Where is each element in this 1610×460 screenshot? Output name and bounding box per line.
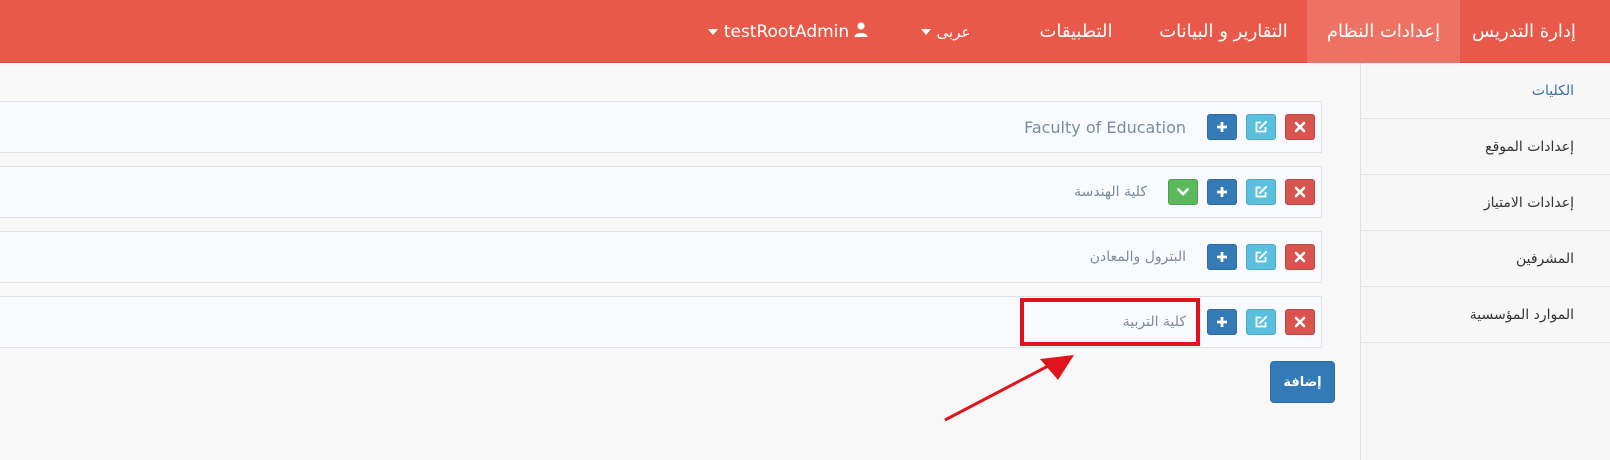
sidebar-item-institutional-resources[interactable]: الموارد المؤسسية (1360, 287, 1610, 343)
sidebar-item-label: إعدادات الموقع (1485, 138, 1574, 155)
delete-button[interactable] (1285, 309, 1315, 335)
caret-down-icon (707, 28, 718, 35)
nav-applications[interactable]: التطبيقات (1012, 0, 1140, 63)
sidebar-item-label: إعدادات الامتياز (1483, 194, 1574, 211)
edit-icon (1255, 121, 1267, 133)
delete-button[interactable] (1285, 244, 1315, 270)
sidebar-item-label: المشرفين (1515, 250, 1574, 267)
edit-button[interactable] (1246, 309, 1276, 335)
add-child-button[interactable] (1207, 114, 1237, 140)
nav-system-settings-label: إعدادات النظام (1326, 21, 1441, 42)
edit-icon (1255, 186, 1267, 198)
plus-icon (1217, 187, 1227, 197)
add-child-button[interactable] (1207, 244, 1237, 270)
edit-icon (1255, 251, 1267, 263)
settings-sidebar: الكليات إعدادات الموقع إعدادات الامتياز … (1360, 63, 1610, 460)
sidebar-item-label: الموارد المؤسسية (1469, 306, 1574, 323)
nav-teaching-management-label: إدارة التدريس (1472, 21, 1576, 42)
times-icon (1294, 251, 1306, 263)
faculty-name: البترول والمعادن (1089, 249, 1186, 265)
nav-system-settings[interactable]: إعدادات النظام (1307, 0, 1460, 63)
faculty-row: كلية الهندسة (0, 166, 1322, 218)
add-faculty-label: إضافة (1283, 374, 1322, 390)
expand-button[interactable] (1168, 179, 1198, 205)
times-icon (1294, 121, 1306, 133)
times-icon (1294, 316, 1306, 328)
plus-icon (1217, 252, 1227, 262)
plus-icon (1217, 317, 1227, 327)
sidebar-item-supervisors[interactable]: المشرفين (1360, 231, 1610, 287)
nav-teaching-management[interactable]: إدارة التدريس (1460, 0, 1588, 63)
nav-reports-data[interactable]: التقارير و البيانات (1140, 0, 1307, 63)
sidebar-item-faculties[interactable]: الكليات (1360, 63, 1610, 119)
user-menu-dropdown[interactable]: testRootAdmin (700, 0, 870, 63)
nav-reports-data-label: التقارير و البيانات (1159, 21, 1288, 42)
faculty-row: Faculty of Education (0, 101, 1322, 153)
add-child-button[interactable] (1207, 309, 1237, 335)
faculty-row: البترول والمعادن (0, 231, 1322, 283)
faculty-row: كلية التربية (0, 296, 1322, 348)
language-dropdown[interactable]: عربى (905, 0, 980, 63)
language-label: عربى (936, 22, 971, 41)
add-faculty-button[interactable]: إضافة (1270, 361, 1335, 403)
times-icon (1294, 186, 1306, 198)
sidebar-item-privilege-settings[interactable]: إعدادات الامتياز (1360, 175, 1610, 231)
chevron-down-icon (1177, 188, 1189, 196)
edit-icon (1255, 316, 1267, 328)
delete-button[interactable] (1285, 114, 1315, 140)
faculty-name: كلية التربية (1122, 314, 1186, 330)
edit-button[interactable] (1246, 244, 1276, 270)
sidebar-item-site-settings[interactable]: إعدادات الموقع (1360, 119, 1610, 175)
sidebar-item-label: الكليات (1531, 82, 1574, 99)
edit-button[interactable] (1246, 114, 1276, 140)
delete-button[interactable] (1285, 179, 1315, 205)
add-child-button[interactable] (1207, 179, 1237, 205)
user-label: testRootAdmin (723, 21, 850, 42)
plus-icon (1217, 122, 1227, 132)
caret-down-icon (920, 28, 931, 35)
top-navbar: إدارة التدريس إعدادات النظام التقارير و … (0, 0, 1610, 63)
nav-applications-label: التطبيقات (1039, 21, 1113, 42)
user-icon (854, 22, 868, 41)
edit-button[interactable] (1246, 179, 1276, 205)
faculty-name: كلية الهندسة (1074, 184, 1147, 200)
faculty-name: Faculty of Education (1024, 117, 1186, 137)
